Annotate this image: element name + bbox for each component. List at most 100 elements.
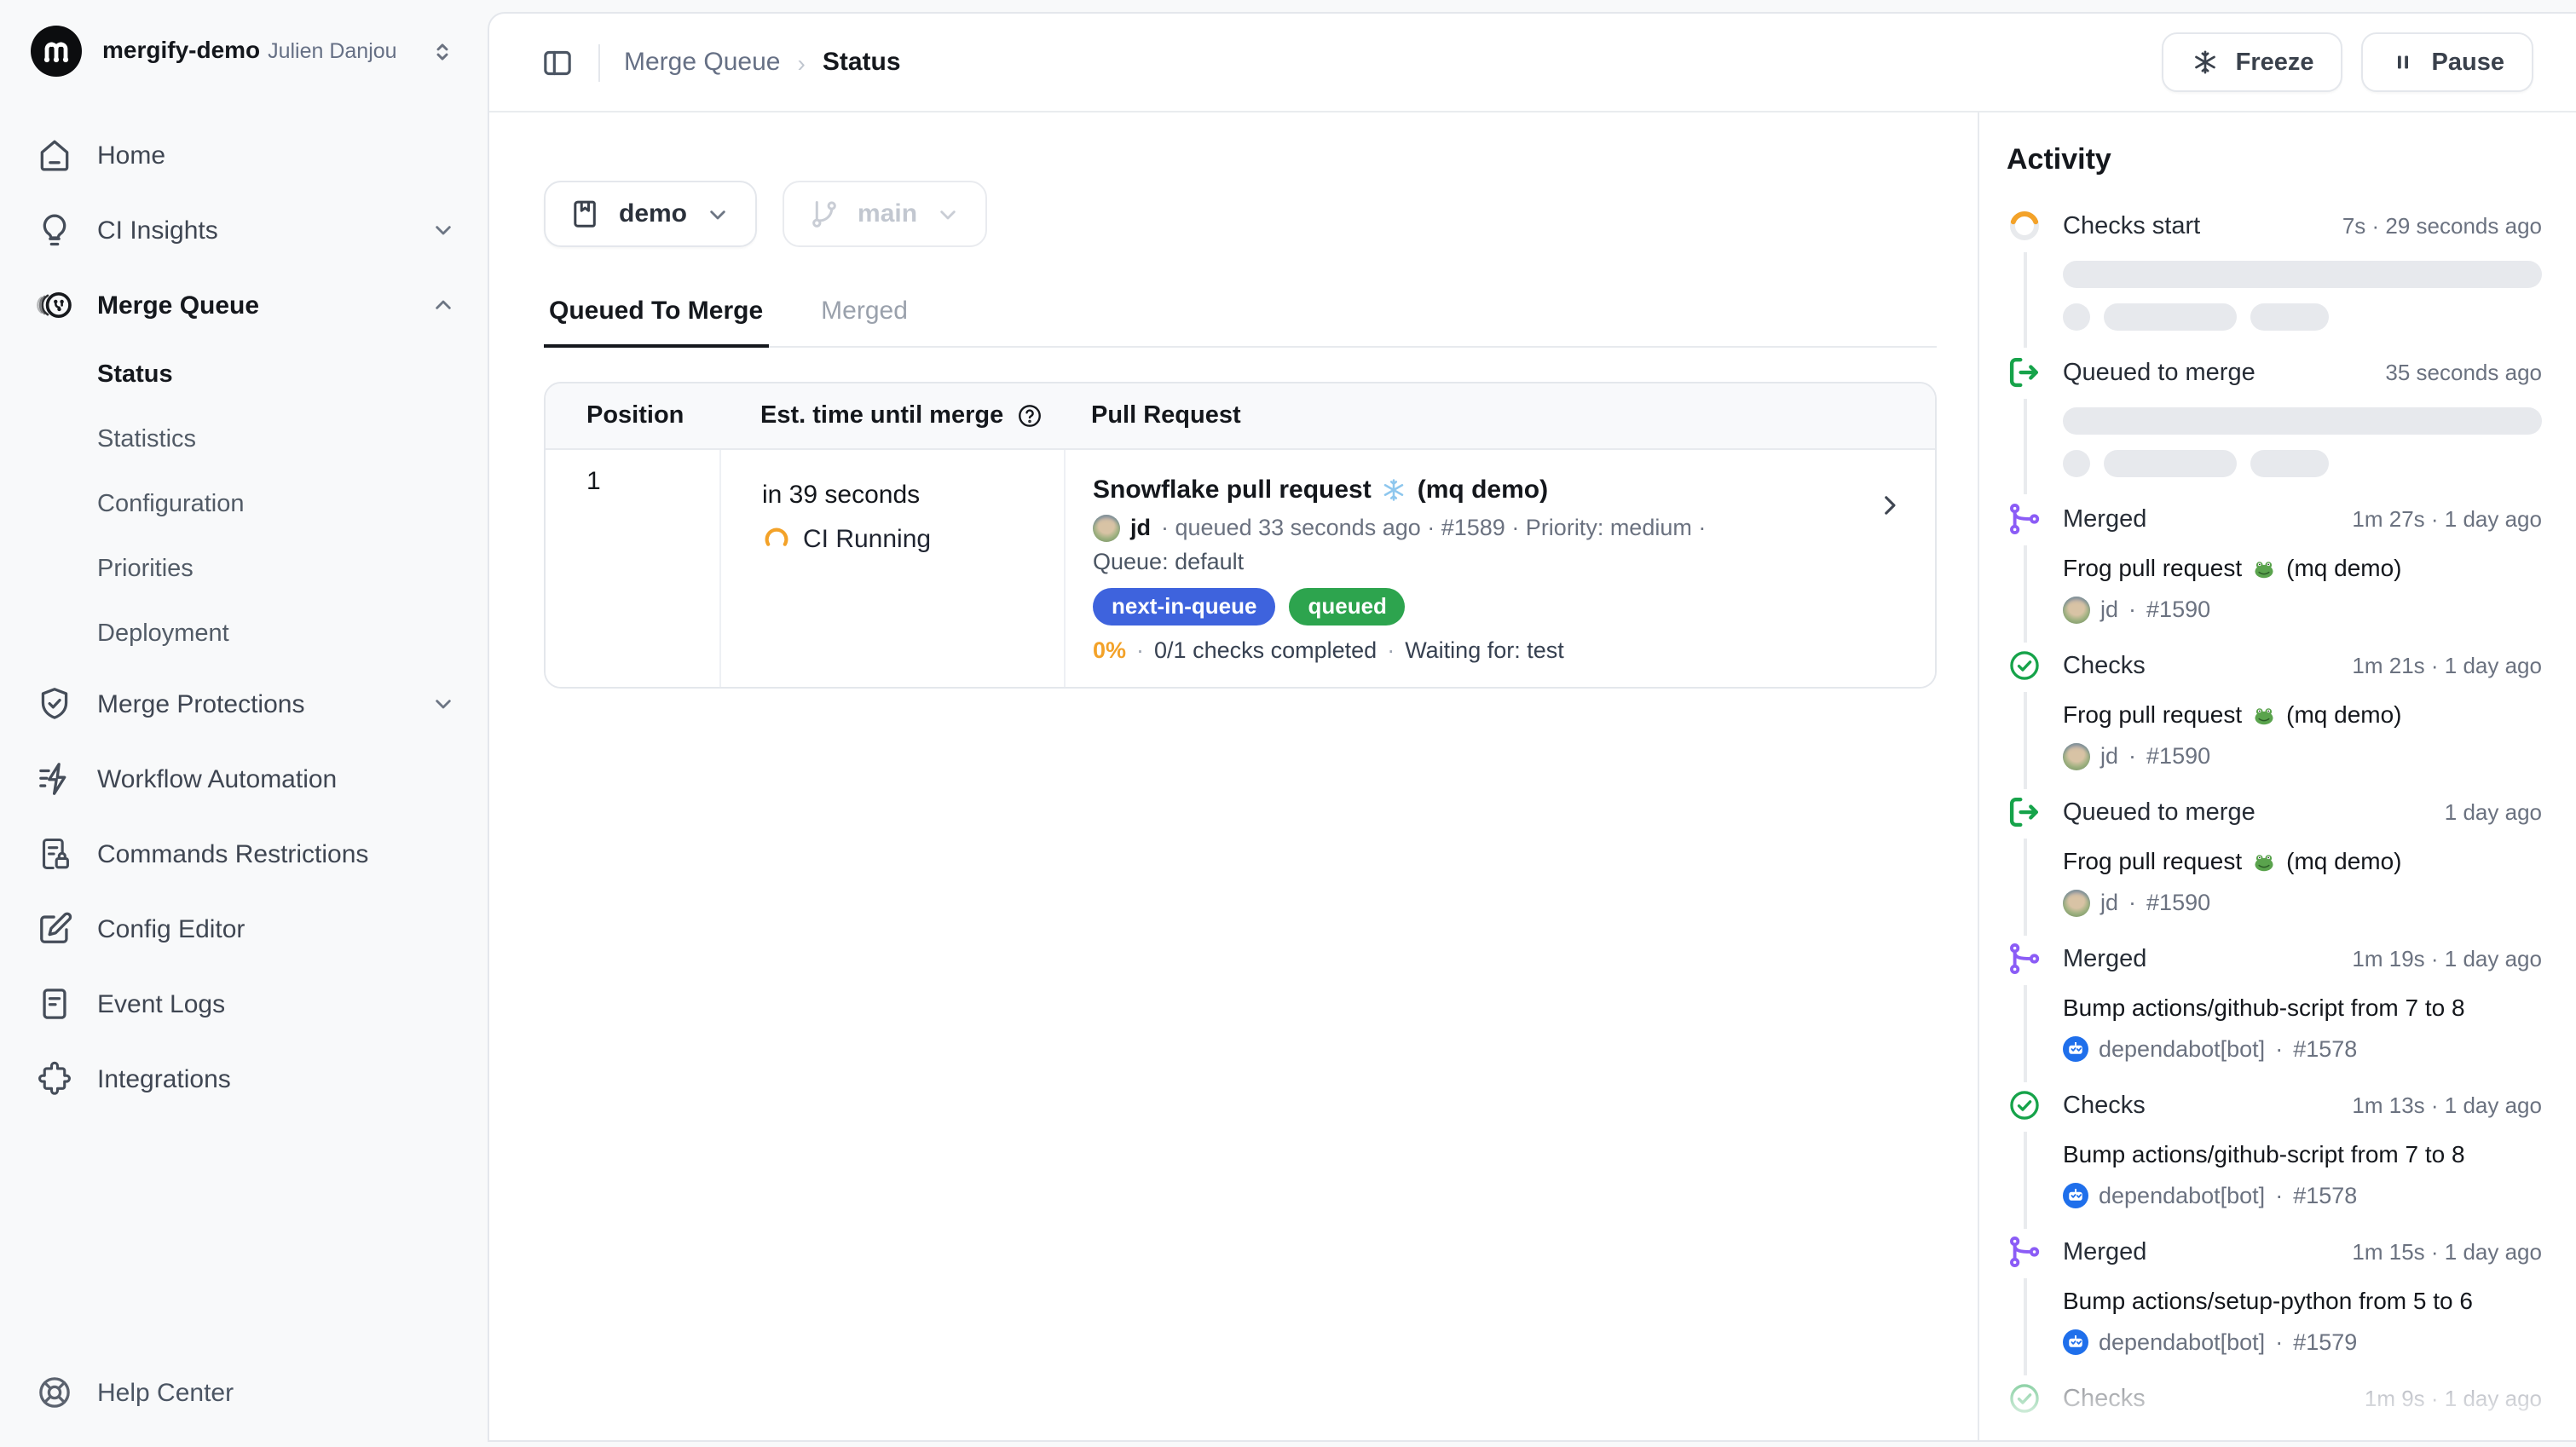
sidebar-item-home[interactable]: Home [20, 118, 467, 193]
chevron-down-icon [430, 216, 457, 244]
activity-panel: Activity Checks start 7s · 29 seconds ag… [1978, 112, 2576, 1440]
org-switcher[interactable]: mergify-demo Julien Danjou [20, 0, 467, 97]
pr-title[interactable]: Snowflake pull request (mq demo) [1093, 473, 1853, 507]
activity-title: Activity [2007, 143, 2542, 177]
pr-author: jd [1130, 510, 1151, 545]
sidebar-item-commands-restrictions[interactable]: Commands Restrictions [20, 816, 467, 891]
sidebar-item-merge-queue[interactable]: Merge Queue [20, 268, 467, 343]
snowflake-emoji-icon [1382, 477, 1407, 503]
sidebar-item-event-logs[interactable]: Event Logs [20, 966, 467, 1041]
activity-pr-title[interactable]: Frog pull request(mq demo) [2063, 697, 2542, 733]
checks-waiting: Waiting for: test [1405, 633, 1564, 667]
home-icon [36, 136, 73, 174]
activity-pr-title[interactable]: Bump actions/github-script from 7 to 8 [2063, 990, 2542, 1026]
activity-entry: Checks 1m 9s · 1 day ago Bump actions/se… [2007, 1381, 2542, 1440]
avatar [2063, 742, 2090, 770]
activity-pr-title[interactable]: Frog pull request(mq demo) [2063, 551, 2542, 586]
queue-table: Position Est. time until merge Pull Requ… [544, 381, 1937, 688]
chevron-down-icon [704, 200, 731, 228]
sidebar-item-priorities[interactable]: Priorities [20, 537, 467, 602]
activity-entry: Queued to merge 35 seconds ago [2007, 355, 2542, 477]
skeleton-bar [2250, 303, 2329, 331]
activity-list: Checks start 7s · 29 seconds ago Queued … [2007, 208, 2542, 1440]
pause-label: Pause [2432, 49, 2504, 76]
chevron-up-icon [430, 291, 457, 319]
activity-label: Checks [2063, 1089, 2146, 1125]
freeze-button[interactable]: Freeze [2163, 32, 2343, 92]
app: mergify-demo Julien Danjou Home CI Insig… [0, 0, 2576, 1447]
frog-emoji-icon [2252, 703, 2276, 727]
tab-merged[interactable]: Merged [816, 290, 913, 345]
snowflake-icon [2192, 48, 2221, 77]
chevron-down-icon [430, 690, 457, 718]
activity-pr-author: jd · #1590 [2063, 740, 2542, 772]
queued-icon [2007, 355, 2042, 390]
activity-time: 1m 19s · 1 day ago [2352, 941, 2542, 977]
help-circle-icon[interactable] [1015, 401, 1043, 429]
sidebar-item-status[interactable]: Status [20, 343, 467, 407]
frog-emoji-icon [2252, 556, 2276, 580]
repository-select[interactable]: demo [544, 181, 757, 247]
column-est-time: Est. time until merge [760, 401, 1003, 429]
activity-pr-title[interactable]: Bump actions/github-script from 7 to 8 [2063, 1137, 2542, 1173]
checks-completed: 0/1 checks completed [1154, 633, 1377, 667]
activity-pr-title[interactable]: Frog pull request(mq demo) [2063, 844, 2542, 879]
branch-select[interactable]: main [783, 181, 987, 247]
breadcrumb-separator: › [797, 49, 805, 76]
sidebar-item-configuration[interactable]: Configuration [20, 472, 467, 537]
pause-button[interactable]: Pause [2362, 32, 2533, 92]
activity-time: 7s · 29 seconds ago [2342, 208, 2542, 244]
breadcrumb-status: Status [823, 48, 901, 77]
activity-pr-title[interactable]: Bump actions/setup-python from 5 to 6 [2063, 1430, 2542, 1440]
pr-queue: Queue: default [1093, 545, 1853, 579]
breadcrumb-merge-queue[interactable]: Merge Queue [624, 48, 780, 77]
tab-queued-to-merge[interactable]: Queued To Merge [544, 290, 768, 348]
badge-queued: queued [1289, 587, 1405, 625]
activity-pr-title[interactable]: Bump actions/setup-python from 5 to 6 [2063, 1283, 2542, 1319]
sidebar-item-ci-insights[interactable]: CI Insights [20, 193, 467, 268]
file-lock-icon [36, 835, 73, 873]
skeleton-bar [2104, 450, 2237, 477]
spinner-icon [2007, 208, 2042, 244]
sidebar-item-config-editor[interactable]: Config Editor [20, 891, 467, 966]
activity-pr-author: jd · #1590 [2063, 593, 2542, 625]
activity-entry: Merged 1m 19s · 1 day ago Bump actions/g… [2007, 941, 2542, 1065]
merged-icon [2007, 1234, 2042, 1270]
lightbulb-icon [36, 211, 73, 249]
sidebar-item-deployment[interactable]: Deployment [20, 602, 467, 666]
chevron-right-icon[interactable] [1875, 490, 1904, 519]
merge-queue-icon [36, 286, 73, 324]
repository-value: demo [619, 199, 687, 228]
puzzle-icon [36, 1060, 73, 1098]
help-center-link[interactable]: Help Center [20, 1338, 467, 1447]
branch-value: main [858, 199, 917, 228]
sidebar-item-workflow-automation[interactable]: Workflow Automation [20, 741, 467, 816]
activity-label: Checks [2063, 649, 2146, 685]
column-pull-request: Pull Request [1064, 401, 1935, 429]
frog-emoji-icon [2252, 850, 2276, 873]
checks-icon [2007, 1087, 2042, 1123]
table-header: Position Est. time until merge Pull Requ… [546, 383, 1935, 449]
mergify-logo-icon [31, 26, 82, 77]
chevrons-up-down-icon [428, 37, 457, 66]
freeze-label: Freeze [2236, 49, 2314, 76]
merged-icon [2007, 501, 2042, 537]
sidebar-toggle-icon[interactable] [540, 45, 575, 79]
activity-pr-author: dependabot[bot] · #1578 [2063, 1033, 2542, 1065]
activity-entry: Merged 1m 27s · 1 day ago Frog pull requ… [2007, 501, 2542, 625]
pr-meta: jd · queued 33 seconds ago · #1589 · Pri… [1093, 510, 1853, 545]
queue-tabs: Queued To Merge Merged [544, 290, 1937, 347]
sidebar-item-merge-protections[interactable]: Merge Protections [20, 666, 467, 741]
dependabot-avatar [2063, 1036, 2088, 1062]
dependabot-avatar [2063, 1183, 2088, 1208]
activity-pr-author: dependabot[bot] · #1579 [2063, 1326, 2542, 1358]
edit-icon [36, 910, 73, 948]
activity-time: 1m 9s · 1 day ago [2365, 1381, 2542, 1416]
sidebar-item-statistics[interactable]: Statistics [20, 407, 467, 472]
help-center-label: Help Center [97, 1378, 234, 1407]
activity-time: 1m 21s · 1 day ago [2352, 648, 2542, 683]
avatar [2063, 889, 2090, 916]
activity-label: Checks [2063, 1382, 2146, 1418]
table-row[interactable]: 1 in 39 seconds CI Running [546, 449, 1935, 686]
sidebar-item-integrations[interactable]: Integrations [20, 1041, 467, 1116]
